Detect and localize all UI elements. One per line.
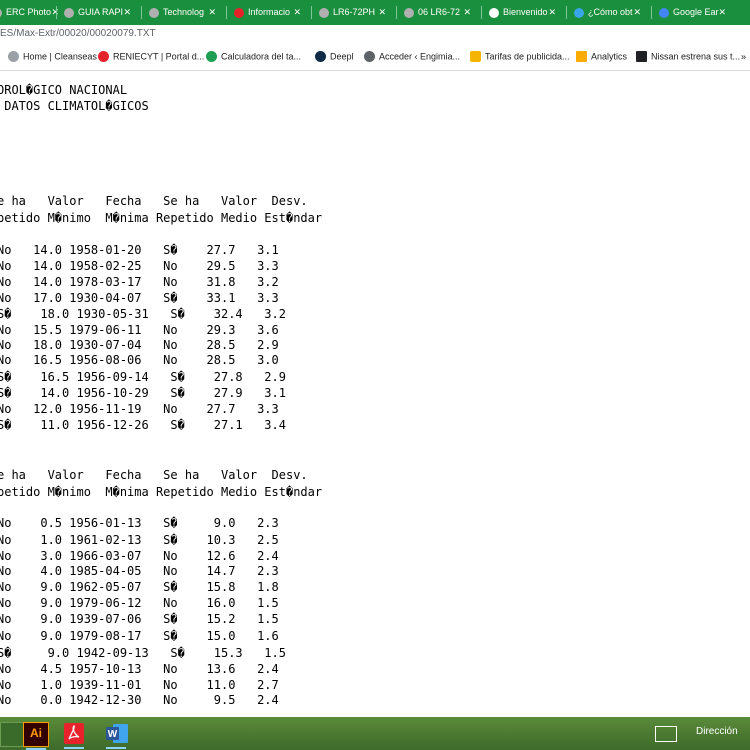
table-row: No 9.0 1979-08-17 S� 15.0 1.6 [0,629,279,643]
bookmarks-bar: Home | Cleanseas RENIECYT | Portal d... … [0,45,750,71]
browser-tab[interactable]: Informacio ✕ [234,2,306,23]
bookmark-item[interactable]: Tarifas de publicida... [470,51,570,63]
globe-icon [8,51,19,63]
browser-tab[interactable]: LR6-72PH ✕ [319,2,391,23]
table-row: No 4.0 1985-04-05 No 14.7 2.3 [0,564,279,578]
table-row: No 9.0 1962-05-07 S� 15.8 1.8 [0,580,279,594]
table-row: S� 9.0 1942-09-13 S� 15.3 1.5 [0,646,286,660]
tab-title: Informacio [248,7,291,18]
table-row: No 18.0 1930-07-04 No 28.5 2.9 [0,338,279,352]
tab-favicon-icon [319,7,329,18]
bookmark-item[interactable]: Home | Cleanseas [8,51,97,63]
text-file-viewer: OROL�GICO NACIONAL DATOS CLIMATOL�GICOS … [0,72,750,717]
browser-tab[interactable]: ¿Cómo obt ✕ [574,2,646,23]
reniecyt-icon [98,51,109,63]
acrobat-glyph-icon [64,723,84,744]
tab-favicon-icon [149,7,159,18]
tab-favicon-icon [404,7,414,18]
table-row: No 1.0 1961-02-13 S� 10.3 2.5 [0,533,279,547]
more-bookmarks-button[interactable]: » [741,51,746,62]
browser-tab[interactable]: Google Ear ✕ [659,2,731,23]
table-row: No 16.5 1956-08-06 No 28.5 3.0 [0,353,279,367]
bookmark-item[interactable]: Acceder ‹ Engimia... [364,51,460,63]
bookmark-item[interactable]: Deepl [315,51,354,63]
table-header: petido M�nimo M�nima Repetido Medio Est�… [0,211,323,225]
table-row: No 14.0 1978-03-17 No 31.8 3.2 [0,275,279,289]
nissan-icon [636,51,647,63]
browser-tab[interactable]: ERC Photo✕ [0,2,64,23]
header-line: OROL�GICO NACIONAL [0,83,128,97]
taskbar: Ai W Dirección [0,717,750,750]
tab-title: ERC Photo [6,7,52,18]
tab-favicon-icon [574,7,584,18]
table-row: S� 14.0 1956-10-29 S� 27.9 3.1 [0,386,286,400]
bookmark-item[interactable]: Analytics [576,51,627,63]
table-row: No 17.0 1930-04-07 S� 33.1 3.3 [0,291,279,305]
analytics-icon [576,51,587,63]
table-row: No 1.0 1939-11-01 No 11.0 2.7 [0,678,279,692]
word-icon[interactable]: W [104,722,128,749]
close-icon[interactable]: ✕ [633,2,641,23]
keyboard-icon[interactable] [655,726,677,742]
close-icon[interactable]: ✕ [463,2,471,23]
header-line: DATOS CLIMATOL�GICOS [0,99,149,113]
table-header: e ha Valor Fecha Se ha Valor Desv. [0,194,308,208]
table-row: No 12.0 1956-11-19 No 27.7 3.3 [0,402,279,416]
tab-title: 06 LR6-72 [418,7,461,18]
address-toolbar-label[interactable]: Dirección [696,726,738,737]
tab-favicon-icon [659,7,669,18]
close-icon[interactable]: ✕ [208,2,216,23]
tab-title: Google Ear [673,7,719,18]
table-row: No 3.0 1966-03-07 No 12.6 2.4 [0,549,279,563]
tab-favicon-icon [234,7,244,18]
browser-tab[interactable]: Bienvenido ✕ [489,2,561,23]
table-row: No 15.5 1979-06-11 No 29.3 3.6 [0,323,279,337]
address-bar[interactable]: ES/Max-Extr/00020/00020079.TXT [0,25,750,45]
close-icon[interactable]: ✕ [293,2,301,23]
close-icon[interactable]: ✕ [378,2,386,23]
word-glyph-icon: W [106,724,128,743]
table-header: petido M�nimo M�nima Repetido Medio Est�… [0,485,323,499]
close-icon[interactable]: ✕ [548,2,556,23]
wordpress-icon [364,51,375,63]
table-header: e ha Valor Fecha Se ha Valor Desv. [0,468,308,482]
close-icon[interactable]: ✕ [123,2,131,23]
bookmark-item[interactable]: Calculadora del ta... [206,51,301,63]
tab-title: GUIA RAPI [78,7,124,18]
acrobat-icon[interactable] [62,722,86,749]
table-row: No 14.0 1958-01-20 S� 27.7 3.1 [0,243,279,257]
table-row: No 14.0 1958-02-25 No 29.5 3.3 [0,259,279,273]
illustrator-icon[interactable]: Ai [23,722,49,750]
tab-title: Technolog [163,7,205,18]
tab-title: Bienvenido [503,7,548,18]
table-row: No 4.5 1957-10-13 No 13.6 2.4 [0,662,279,676]
tab-favicon-icon [0,7,2,18]
browser-tab[interactable]: GUIA RAPI ✕ [64,2,136,23]
table-row: S� 16.5 1956-09-14 S� 27.8 2.9 [0,370,286,384]
tab-title: ¿Cómo obt [588,7,633,18]
table-row: No 0.0 1942-12-30 No 9.5 2.4 [0,693,279,707]
tab-strip: ERC Photo✕ GUIA RAPI✕ Technolog✕ Informa… [0,0,750,25]
table-row: S� 18.0 1930-05-31 S� 32.4 3.2 [0,307,286,321]
more-icon: » [741,51,747,62]
tab-title: LR6-72PH [333,7,376,18]
close-icon[interactable]: ✕ [718,2,726,23]
bookmark-item[interactable]: Nissan estrena sus t... [636,51,740,63]
tab-favicon-icon [489,7,499,18]
tab-favicon-icon [64,7,74,18]
table-row: No 9.0 1939-07-06 S� 15.2 1.5 [0,612,279,626]
browser-tab[interactable]: Technolog ✕ [149,2,221,23]
svg-text:W: W [108,729,118,740]
url-text[interactable]: ES/Max-Extr/00020/00020079.TXT [0,28,156,39]
browser-tab[interactable]: 06 LR6-72 ✕ [404,2,476,23]
table-row: No 9.0 1979-06-12 No 16.0 1.5 [0,596,279,610]
bookmark-item[interactable]: RENIECYT | Portal d... [98,51,204,63]
deepl-icon [315,51,326,63]
bulb-icon [470,51,481,63]
table-row: No 0.5 1956-01-13 S� 9.0 2.3 [0,516,279,530]
calculator-icon [206,51,217,63]
table-row: S� 11.0 1956-12-26 S� 27.1 3.4 [0,418,286,432]
